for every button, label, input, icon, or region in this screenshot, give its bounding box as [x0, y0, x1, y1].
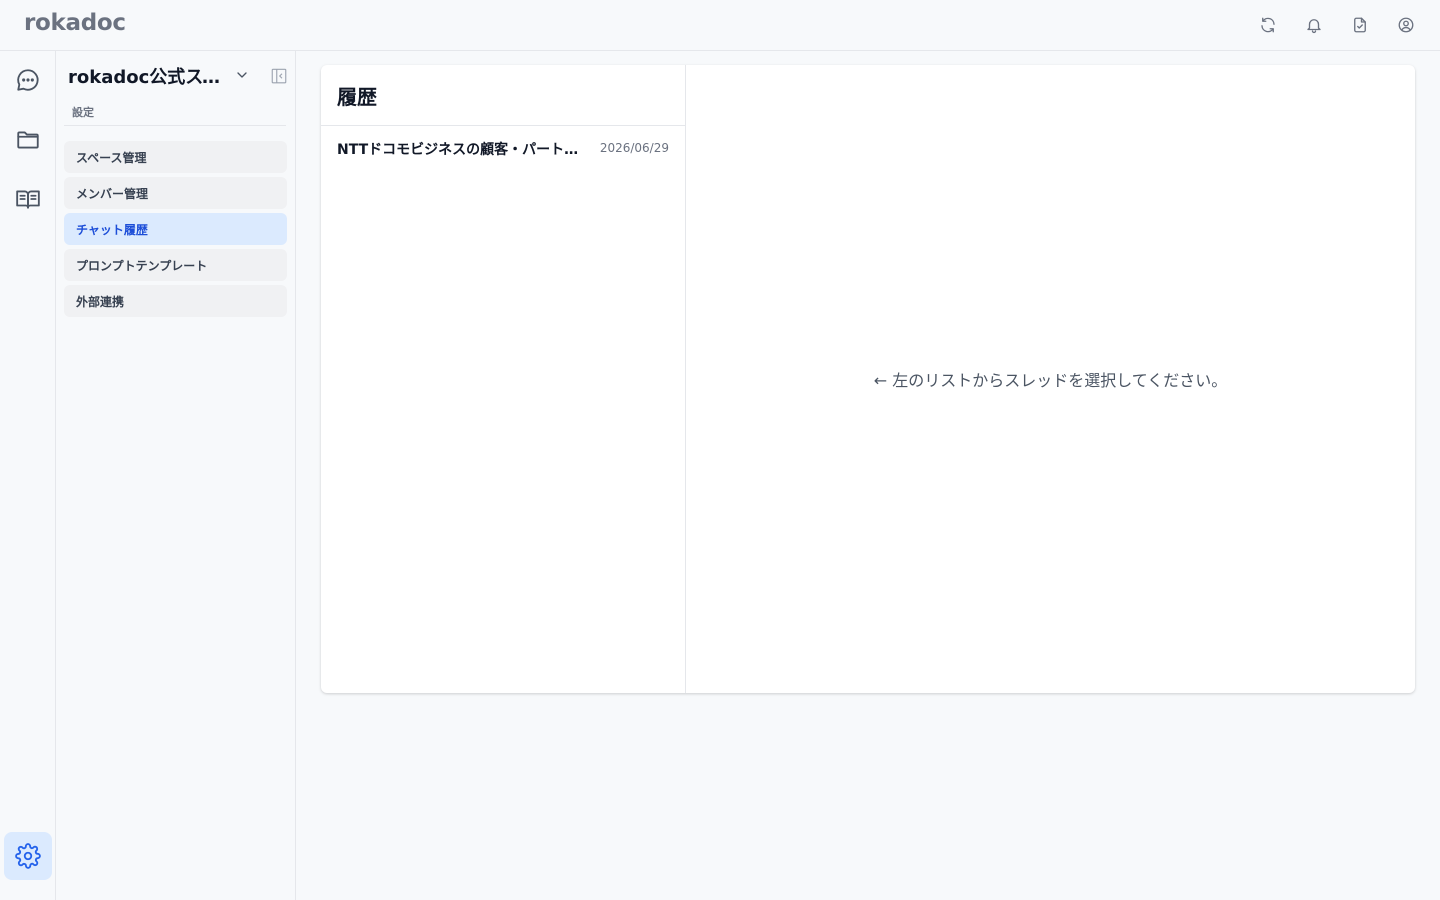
thread-date: 2026/06/29 — [599, 141, 669, 155]
page-title: 履歴 — [337, 85, 377, 109]
settings-sidebar: rokadoc公式スペース 設定 スペース管理 メンバー管理 チャット履歴 プロ… — [56, 51, 296, 900]
thread-detail-pane: ← 左のリストからスレッドを選択してください。 — [686, 65, 1415, 693]
documents-nav-button[interactable] — [4, 116, 52, 164]
sidebar-item-space-management[interactable]: スペース管理 — [64, 141, 287, 173]
chat-nav-button[interactable] — [4, 56, 52, 104]
sidebar-item-chat-history[interactable]: チャット履歴 — [64, 213, 287, 245]
bell-icon[interactable] — [1302, 13, 1326, 37]
empty-state-message: ← 左のリストからスレッドを選択してください。 — [873, 371, 1228, 390]
thread-title: NTTドコモビジネスの顧客・パートナー — [337, 142, 579, 158]
chat-bubble-icon — [17, 69, 39, 91]
chevron-down-icon[interactable] — [234, 67, 250, 83]
sidebar-item-integrations[interactable]: 外部連携 — [64, 285, 287, 317]
thread-list-pane: 履歴 NTTドコモビジネスの顧客・パートナー 2026/06/29 — [321, 65, 686, 693]
sidebar-collapse-icon[interactable] — [268, 65, 290, 87]
history-panel: 履歴 NTTドコモビジネスの顧客・パートナー 2026/06/29 ← 左のリス… — [321, 65, 1415, 693]
divider — [64, 125, 286, 126]
book-icon — [16, 190, 40, 209]
knowledge-nav-button[interactable] — [4, 175, 52, 223]
document-icon[interactable] — [1348, 13, 1372, 37]
refresh-icon[interactable] — [1256, 13, 1280, 37]
user-circle-icon[interactable] — [1394, 13, 1418, 37]
section-label: 設定 — [72, 106, 94, 119]
nav-rail — [0, 51, 56, 900]
space-selector[interactable]: rokadoc公式スペース — [68, 63, 232, 89]
gear-icon — [15, 843, 41, 869]
settings-menu: スペース管理 メンバー管理 チャット履歴 プロンプトテンプレート 外部連携 — [64, 141, 287, 321]
folder-icon — [17, 131, 39, 149]
app-logo[interactable]: rokadoc — [24, 10, 126, 36]
sidebar-item-prompt-templates[interactable]: プロンプトテンプレート — [64, 249, 287, 281]
settings-nav-button[interactable] — [4, 832, 52, 880]
list-item[interactable]: NTTドコモビジネスの顧客・パートナー 2026/06/29 — [321, 126, 685, 170]
top-bar: rokadoc — [0, 0, 1440, 51]
sidebar-item-member-management[interactable]: メンバー管理 — [64, 177, 287, 209]
